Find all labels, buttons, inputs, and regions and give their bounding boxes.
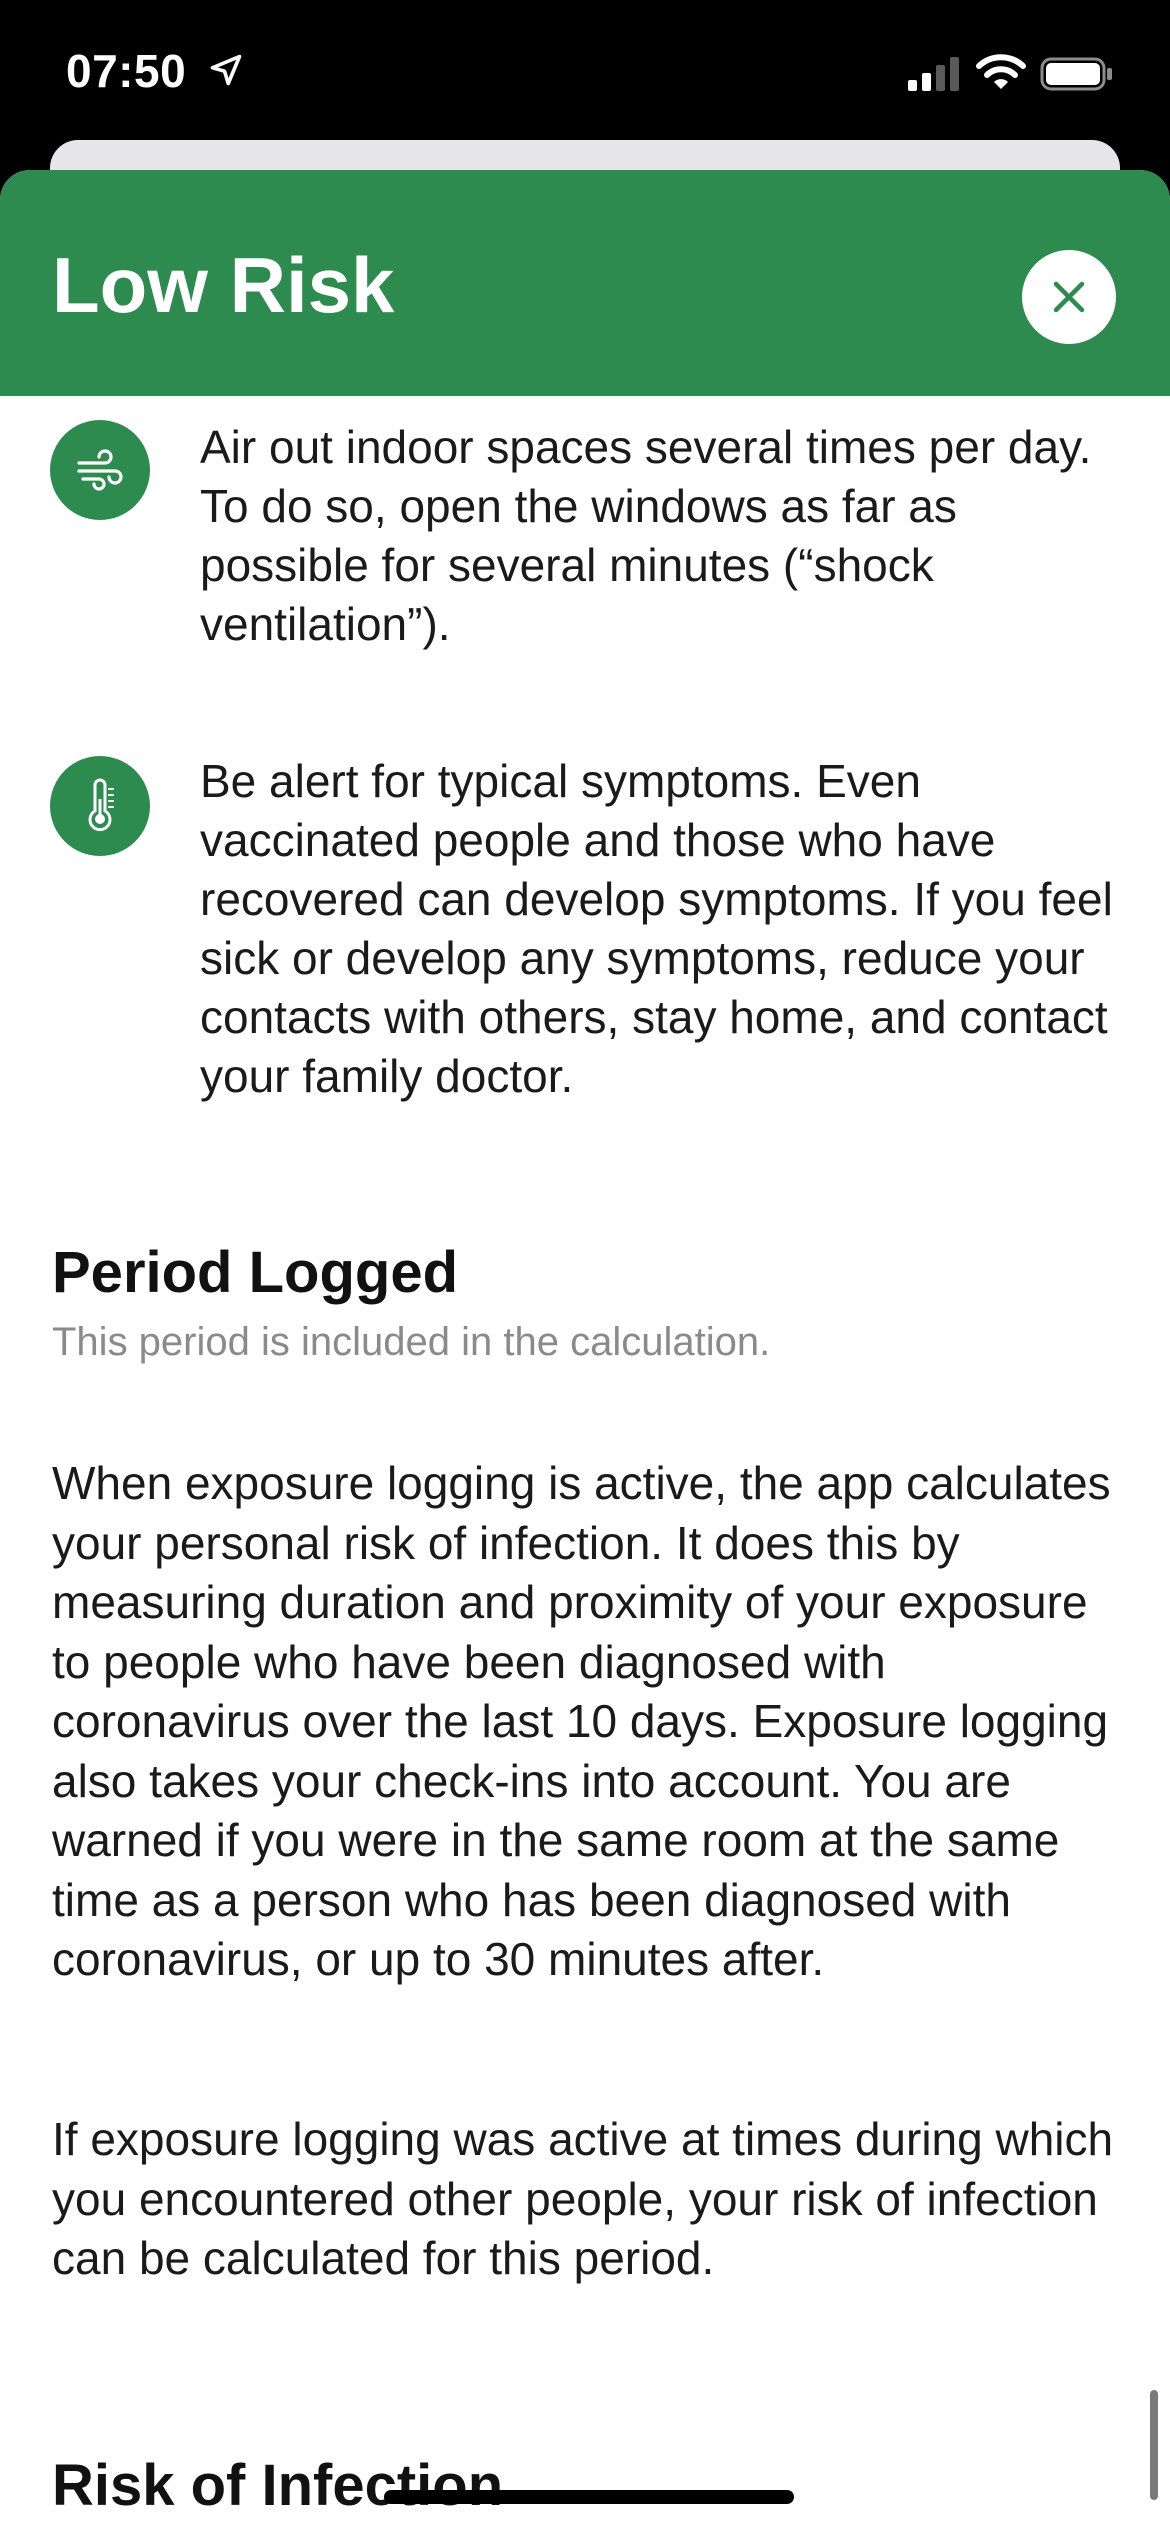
period-logged-subtitle: This period is included in the calculati…	[52, 1320, 771, 1364]
wind-icon	[77, 449, 123, 491]
home-indicator[interactable]	[384, 2490, 794, 2504]
battery-icon	[1040, 57, 1112, 91]
status-time: 07:50	[66, 45, 187, 97]
location-arrow-icon	[210, 54, 242, 86]
wifi-icon	[976, 54, 1026, 89]
thermometer-glyph-icon	[88, 778, 114, 832]
close-icon	[1053, 281, 1085, 313]
sheet-content: Air out indoor spaces several times per …	[0, 396, 1170, 2532]
period-logged-paragraph: If exposure logging was active at times …	[52, 2113, 1114, 2284]
period-logged-paragraph: When exposure logging is active, the app…	[52, 1457, 1111, 1985]
risk-detail-sheet: Low Risk Air out indoor spaces several t…	[0, 170, 1170, 2532]
thermometer-icon	[50, 756, 150, 856]
ventilation-icon	[50, 420, 150, 520]
risk-of-infection-title: Risk of Infection	[52, 2453, 504, 2518]
close-button[interactable]	[1022, 250, 1116, 344]
cellular-signal-icon	[908, 57, 959, 91]
period-logged-title: Period Logged	[52, 1240, 458, 1305]
tip-text: Be alert for typical symptoms. Even vacc…	[200, 755, 1113, 1102]
screen: 07:50 Low Risk Air out indoor spaces sev…	[0, 0, 1170, 2532]
page-title: Low Risk	[52, 241, 395, 329]
status-bar: 07:50	[0, 0, 1170, 140]
sheet-header: Low Risk	[0, 170, 1170, 396]
scroll-indicator[interactable]	[1150, 2390, 1158, 2500]
tip-text: Air out indoor spaces several times per …	[200, 421, 1092, 650]
